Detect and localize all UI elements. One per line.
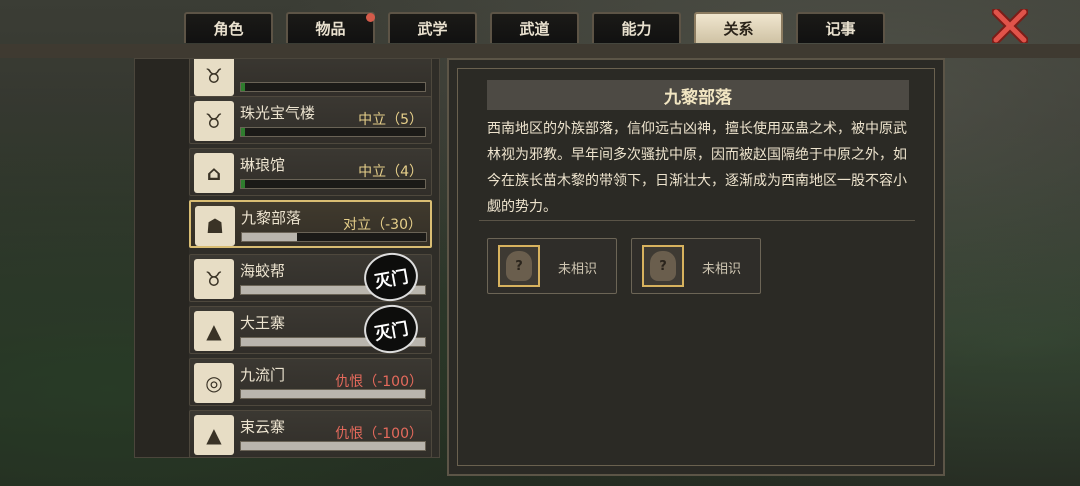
relation-bar-fill <box>241 390 425 398</box>
tab-abilities[interactable]: 能力 <box>592 12 681 43</box>
faction-item[interactable]: ♉ <box>189 59 432 99</box>
faction-item[interactable]: ♉ 海蛟帮 灭门 <box>189 248 432 306</box>
relation-status: 仇恨（-100） <box>335 374 423 390</box>
tab-martial-way[interactable]: 武道 <box>490 12 579 43</box>
faction-description: 西南地区的外族部落，信仰远古凶神，擅长使用巫蛊之术，被中原武林视为邪教。早年间多… <box>487 121 907 215</box>
faction-name: 束云寨 <box>240 418 286 436</box>
faction-name: 九黎部落 <box>241 209 302 227</box>
relation-bar <box>240 179 426 189</box>
faction-detail-panel: 九黎部落 西南地区的外族部落，信仰远古凶神，擅长使用巫蛊之术，被中原武林视为邪教… <box>447 58 945 476</box>
tab-label: 记事 <box>825 20 856 38</box>
tab-label: 关系 <box>723 20 754 38</box>
relation-status: 对立（-30） <box>343 217 422 233</box>
relation-bar-fill <box>241 180 245 188</box>
faction-item[interactable]: ⌂ 琳琅馆 中立（4） <box>189 148 432 196</box>
faction-item[interactable]: ▲ 大王寨 灭门 <box>189 300 432 358</box>
tab-relations[interactable]: 关系 <box>694 12 783 43</box>
notification-dot-icon <box>366 13 375 22</box>
relation-bar <box>240 82 426 92</box>
faction-item[interactable]: ◎ 九流门 仇恨（-100） <box>189 358 432 406</box>
mountain-icon: ▲ <box>194 311 234 351</box>
unknown-avatar-icon: ? <box>498 245 540 287</box>
relation-bar-fill <box>241 128 245 136</box>
tab-martial-arts[interactable]: 武学 <box>388 12 477 43</box>
relation-bar-fill <box>241 83 245 91</box>
member-status: 未相识 <box>558 262 598 277</box>
faction-title: 九黎部落 <box>487 80 909 110</box>
destroyed-stamp: 灭门 <box>360 248 422 306</box>
ox-head-icon: ♉ <box>194 59 234 96</box>
faction-name: 大王寨 <box>240 314 286 332</box>
relation-bar-fill <box>241 442 425 450</box>
relation-bar <box>240 127 426 137</box>
avatar-mark: ? <box>506 251 532 281</box>
relation-bar <box>240 441 426 451</box>
faction-item-selected[interactable]: ☗ 九黎部落 对立（-30） <box>189 200 432 248</box>
relation-status: 中立（4） <box>358 164 423 180</box>
tab-character[interactable]: 角色 <box>184 12 273 43</box>
member-card[interactable]: ? 未相识 <box>487 238 617 294</box>
avatar-mark: ? <box>650 251 676 281</box>
tab-label: 武道 <box>519 20 550 38</box>
top-bar <box>0 44 1080 58</box>
close-button[interactable] <box>990 8 1030 44</box>
unknown-avatar-icon: ? <box>642 245 684 287</box>
faction-name: 琳琅馆 <box>240 156 286 174</box>
tribal-mask-icon: ☗ <box>195 206 235 246</box>
list-rail <box>135 59 189 457</box>
tab-items[interactable]: 物品 <box>286 12 375 43</box>
member-status: 未相识 <box>702 262 742 277</box>
relation-bar <box>240 389 426 399</box>
tab-journal[interactable]: 记事 <box>796 12 885 43</box>
faction-name: 珠光宝气楼 <box>240 104 316 122</box>
destroyed-stamp: 灭门 <box>360 300 422 358</box>
ox-head-icon: ♉ <box>194 101 234 141</box>
faction-name: 海蛟帮 <box>240 262 286 280</box>
tab-label: 能力 <box>621 20 652 38</box>
faction-name: 九流门 <box>240 366 286 384</box>
relation-bar-fill <box>242 233 298 241</box>
faction-item[interactable]: ♉ 珠光宝气楼 中立（5） <box>189 96 432 144</box>
divider <box>479 220 915 221</box>
tab-label: 物品 <box>315 20 346 38</box>
faction-list-panel[interactable]: ♉ ♉ 珠光宝气楼 中立（5） ⌂ 琳琅馆 中立（4） ☗ 九黎部落 对立（-3… <box>134 58 440 458</box>
ox-head-icon: ♉ <box>194 259 234 299</box>
tab-label: 角色 <box>213 20 244 38</box>
relation-status: 仇恨（-100） <box>335 426 423 442</box>
member-card[interactable]: ? 未相识 <box>631 238 761 294</box>
close-icon <box>992 9 1028 43</box>
pavilion-icon: ⌂ <box>194 153 234 193</box>
swirl-icon: ◎ <box>194 363 234 403</box>
faction-item[interactable]: ▲ 束云寨 仇恨（-100） <box>189 410 432 457</box>
mountain-icon: ▲ <box>194 415 234 455</box>
tab-label: 武学 <box>417 20 448 38</box>
relation-status: 中立（5） <box>358 112 423 128</box>
relation-bar <box>241 232 427 242</box>
